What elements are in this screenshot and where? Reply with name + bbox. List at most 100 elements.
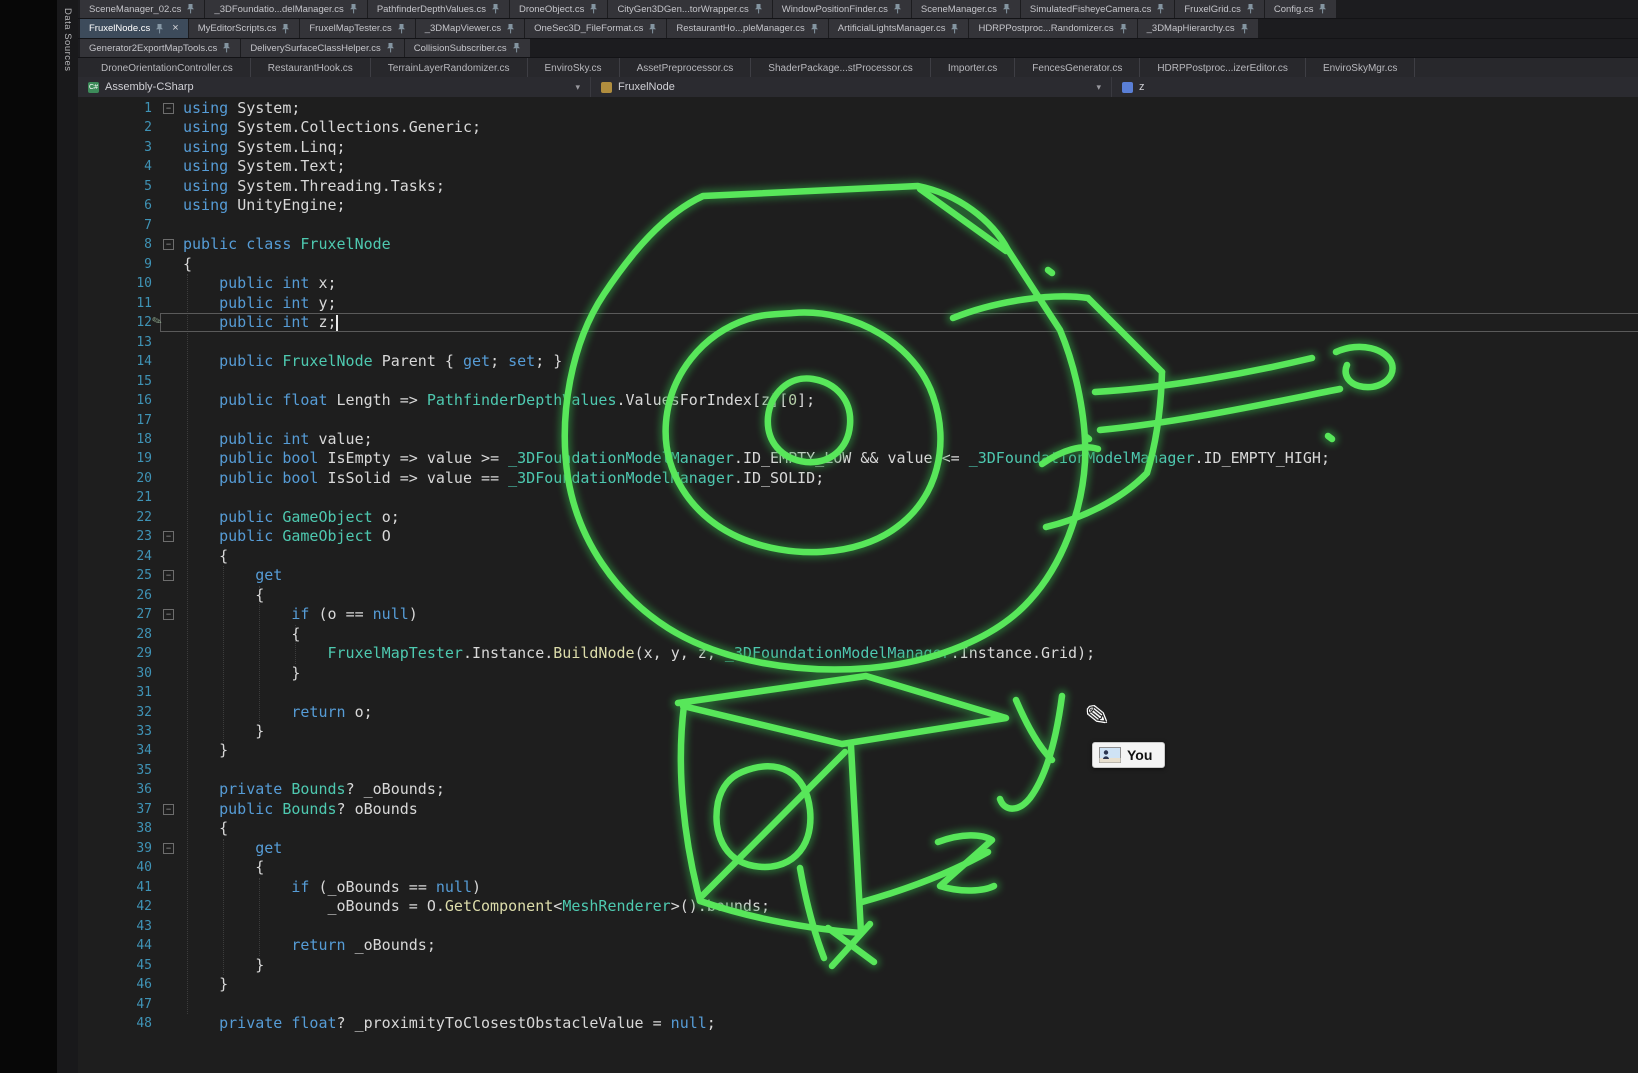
pin-icon[interactable] (186, 3, 195, 15)
close-icon[interactable]: × (172, 23, 178, 34)
tab-DroneOrientationController.cs[interactable]: DroneOrientationController.cs (84, 58, 251, 78)
code-line[interactable]: 40 { (78, 858, 1638, 877)
pin-icon[interactable] (491, 3, 500, 15)
code-line[interactable]: 23− public GameObject O (78, 527, 1638, 546)
code-line[interactable]: 17 (78, 411, 1638, 430)
code-line[interactable]: 46 } (78, 975, 1638, 994)
code-line[interactable]: 31 (78, 683, 1638, 702)
code-line[interactable]: 11 public int y; (78, 294, 1638, 313)
fold-marker[interactable]: − (163, 531, 174, 542)
pin-icon[interactable] (512, 42, 521, 54)
code-line[interactable]: 7 (78, 216, 1638, 235)
code-line[interactable]: 15 (78, 372, 1638, 391)
pin-icon[interactable] (950, 23, 959, 35)
type-dropdown[interactable]: FruxelNode ▾ (591, 77, 1112, 97)
tab-ArtificialLightsManager.cs[interactable]: ArtificialLightsManager.cs (829, 19, 969, 38)
tab-FencesGenerator.cs[interactable]: FencesGenerator.cs (1015, 58, 1140, 78)
tab-FruxelGrid.cs[interactable]: FruxelGrid.cs (1175, 0, 1263, 18)
code-line[interactable]: 39− get (78, 839, 1638, 858)
tab-MyEditorScripts.cs[interactable]: MyEditorScripts.cs (189, 19, 300, 38)
tab-TerrainLayerRandomizer.cs[interactable]: TerrainLayerRandomizer.cs (371, 58, 528, 78)
code-line[interactable]: 4using System.Text; (78, 157, 1638, 176)
code-line[interactable]: 18 public int value; (78, 430, 1638, 449)
project-dropdown[interactable]: C# Assembly-CSharp ▾ (78, 77, 591, 97)
tab-ShaderPackage...stProcessor.cs[interactable]: ShaderPackage...stProcessor.cs (751, 58, 931, 78)
pin-icon[interactable] (1002, 3, 1011, 15)
tab-Generator2ExportMapTools.cs[interactable]: Generator2ExportMapTools.cs (80, 39, 240, 57)
code-line[interactable]: 19 public bool IsEmpty => value >= _3DFo… (78, 449, 1638, 468)
tab-FruxelMapTester.cs[interactable]: FruxelMapTester.cs (300, 19, 414, 38)
tab-RestaurantHook.cs[interactable]: RestaurantHook.cs (251, 58, 371, 78)
pin-icon[interactable] (1240, 23, 1249, 35)
pin-icon[interactable] (1156, 3, 1165, 15)
code-line[interactable]: 5using System.Threading.Tasks; (78, 177, 1638, 196)
tab-DroneObject.cs[interactable]: DroneObject.cs (510, 0, 607, 18)
pin-icon[interactable] (506, 23, 515, 35)
code-line[interactable]: 32 return o; (78, 703, 1638, 722)
code-line[interactable]: 20 public bool IsSolid => value == _3DFo… (78, 469, 1638, 488)
code-line[interactable]: 37− public Bounds? oBounds (78, 800, 1638, 819)
member-dropdown[interactable]: z (1112, 77, 1638, 97)
tab-SceneManager_02.cs[interactable]: SceneManager_02.cs (80, 0, 204, 18)
code-line[interactable]: 2using System.Collections.Generic; (78, 118, 1638, 137)
pin-icon[interactable] (155, 23, 164, 35)
tab-WindowPositionFinder.cs[interactable]: WindowPositionFinder.cs (773, 0, 911, 18)
tab-_3DMapViewer.cs[interactable]: _3DMapViewer.cs (416, 19, 524, 38)
tab-CityGen3DGen...torWrapper.cs[interactable]: CityGen3DGen...torWrapper.cs (608, 0, 771, 18)
fold-marker[interactable]: − (163, 843, 174, 854)
tab-RestaurantHo...pleManager.cs[interactable]: RestaurantHo...pleManager.cs (667, 19, 827, 38)
tab-Config.cs[interactable]: Config.cs (1265, 0, 1337, 18)
code-line[interactable]: 26 { (78, 586, 1638, 605)
code-line[interactable]: 44 return _oBounds; (78, 936, 1638, 955)
code-line[interactable]: 28 { (78, 625, 1638, 644)
code-line[interactable]: 9{ (78, 255, 1638, 274)
tab-FruxelNode.cs[interactable]: FruxelNode.cs× (80, 19, 188, 38)
code-line[interactable]: 3using System.Linq; (78, 138, 1638, 157)
fold-marker[interactable]: − (163, 609, 174, 620)
tab-Importer.cs[interactable]: Importer.cs (931, 58, 1015, 78)
tab-DeliverySurfaceClassHelper.cs[interactable]: DeliverySurfaceClassHelper.cs (241, 39, 403, 57)
code-line[interactable]: 38 { (78, 819, 1638, 838)
code-line[interactable]: 36 private Bounds? _oBounds; (78, 780, 1638, 799)
code-line[interactable]: 45 } (78, 956, 1638, 975)
tab-_3DFoundatio...delManager.cs[interactable]: _3DFoundatio...delManager.cs (205, 0, 366, 18)
tab-SimulatedFisheyeCamera.cs[interactable]: SimulatedFisheyeCamera.cs (1021, 0, 1174, 18)
pin-icon[interactable] (222, 42, 231, 54)
code-line[interactable]: 33 } (78, 722, 1638, 741)
pin-icon[interactable] (349, 3, 358, 15)
tab-EnviroSky.cs[interactable]: EnviroSky.cs (528, 58, 620, 78)
code-line[interactable]: 29 FruxelMapTester.Instance.BuildNode(x,… (78, 644, 1638, 663)
pin-icon[interactable] (754, 3, 763, 15)
code-line[interactable]: 41 if (_oBounds == null) (78, 878, 1638, 897)
pin-icon[interactable] (589, 3, 598, 15)
code-line[interactable]: 27− if (o == null) (78, 605, 1638, 624)
dock-tab-data-sources[interactable]: Data Sources (62, 0, 73, 72)
code-line[interactable]: 16 public float Length => PathfinderDept… (78, 391, 1638, 410)
tab-AssetPreprocessor.cs[interactable]: AssetPreprocessor.cs (620, 58, 752, 78)
pin-icon[interactable] (893, 3, 902, 15)
code-line[interactable]: 10 public int x; (78, 274, 1638, 293)
code-line[interactable]: 43 (78, 917, 1638, 936)
tab-_3DMapHierarchy.cs[interactable]: _3DMapHierarchy.cs (1138, 19, 1258, 38)
code-line[interactable]: 14 public FruxelNode Parent { get; set; … (78, 352, 1638, 371)
code-line[interactable]: 24 { (78, 547, 1638, 566)
tab-EnviroSkyMgr.cs[interactable]: EnviroSkyMgr.cs (1306, 58, 1415, 78)
pin-icon[interactable] (810, 23, 819, 35)
code-line[interactable]: 1−using System; (78, 99, 1638, 118)
code-line[interactable]: 34 } (78, 741, 1638, 760)
code-line[interactable]: 47 (78, 995, 1638, 1014)
code-line[interactable]: 25− get (78, 566, 1638, 585)
code-line[interactable]: 12 public int z; (78, 313, 1638, 332)
pin-icon[interactable] (397, 23, 406, 35)
tab-PathfinderDepthValues.cs[interactable]: PathfinderDepthValues.cs (368, 0, 509, 18)
tab-HDRPPostproc...izerEditor.cs[interactable]: HDRPPostproc...izerEditor.cs (1140, 58, 1306, 78)
code-line[interactable]: 30 } (78, 664, 1638, 683)
tab-CollisionSubscriber.cs[interactable]: CollisionSubscriber.cs (405, 39, 530, 57)
code-line[interactable]: 48 private float? _proximityToClosestObs… (78, 1014, 1638, 1033)
tab-OneSec3D_FileFormat.cs[interactable]: OneSec3D_FileFormat.cs (525, 19, 666, 38)
fold-marker[interactable]: − (163, 804, 174, 815)
tab-SceneManager.cs[interactable]: SceneManager.cs (912, 0, 1020, 18)
code-line[interactable]: 22 public GameObject o; (78, 508, 1638, 527)
code-editor[interactable]: 1−using System;2using System.Collections… (78, 97, 1638, 1073)
code-line[interactable]: 42 _oBounds = O.GetComponent<MeshRendere… (78, 897, 1638, 916)
